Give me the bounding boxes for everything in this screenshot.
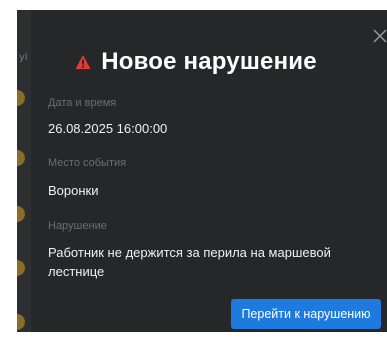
close-icon[interactable] <box>372 28 387 44</box>
warning-triangle-icon <box>75 55 91 69</box>
location-label: Место события <box>48 157 127 169</box>
violation-value: Работник не держится за перила на маршев… <box>48 245 331 279</box>
datetime-value: 26.08.2025 16:00:00 <box>48 121 168 136</box>
datetime-label: Дата и время <box>48 97 117 109</box>
modal-title: Новое нарушение <box>101 48 317 75</box>
location-value: Воронки <box>48 183 99 198</box>
go-to-violation-button[interactable]: Перейти к нарушению <box>231 299 381 329</box>
violation-modal: Новое нарушение Дата и время 26.08.2025 … <box>30 10 387 332</box>
modal-header: Новое нарушение <box>31 48 361 76</box>
violation-label: Нарушение <box>48 220 107 232</box>
background-label-fragment: уі <box>19 52 28 63</box>
screen: уі Новое нарушение Дата и время 26.08.20… <box>0 0 387 350</box>
